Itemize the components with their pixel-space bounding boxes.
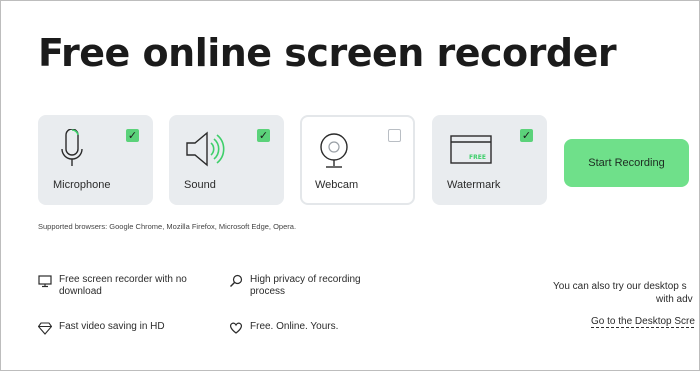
feature-text: Free screen recorder with no download xyxy=(59,274,187,297)
feature-hd-saving: Fast video saving in HD xyxy=(37,321,228,335)
feature-free-online: Free. Online. Yours. xyxy=(229,321,419,335)
webcam-checkbox[interactable] xyxy=(388,129,401,142)
watermark-free-badge: FREE xyxy=(469,154,486,161)
webcam-icon xyxy=(318,131,354,180)
microphone-label: Microphone xyxy=(53,179,111,191)
sound-option[interactable]: ✓ Sound xyxy=(169,115,284,205)
heart-icon xyxy=(229,321,243,339)
microphone-option[interactable]: ✓ Microphone xyxy=(38,115,153,205)
desktop-version-link[interactable]: Go to the Desktop Scre xyxy=(591,316,695,327)
sound-label: Sound xyxy=(184,179,216,191)
page-title: Free online screen recorder xyxy=(38,31,617,75)
feature-text: Free. Online. Yours. xyxy=(250,321,339,332)
watermark-icon: FREE xyxy=(450,135,494,170)
feature-privacy: High privacy of recording process xyxy=(229,274,419,300)
start-recording-button[interactable]: Start Recording xyxy=(564,139,689,187)
feature-no-download: Free screen recorder with no download xyxy=(38,274,228,300)
desktop-promo-text: You can also try our desktop s with adv xyxy=(553,281,693,305)
monitor-icon xyxy=(38,274,52,292)
magnifier-icon xyxy=(229,274,243,292)
webcam-label: Webcam xyxy=(315,179,359,191)
microphone-icon xyxy=(52,128,92,178)
feature-text: Fast video saving in HD xyxy=(59,321,165,332)
diamond-icon xyxy=(37,321,53,339)
feature-text: High privacy of recording process xyxy=(250,274,361,297)
webcam-option[interactable]: Webcam xyxy=(300,115,415,205)
watermark-checkbox[interactable]: ✓ xyxy=(520,129,533,142)
watermark-option[interactable]: FREE ✓ Watermark xyxy=(432,115,547,205)
microphone-checkbox[interactable]: ✓ xyxy=(126,129,139,142)
speaker-icon xyxy=(183,129,227,174)
sound-checkbox[interactable]: ✓ xyxy=(257,129,270,142)
supported-browsers-note: Supported browsers: Google Chrome, Mozil… xyxy=(38,222,297,231)
watermark-label: Watermark xyxy=(447,179,501,191)
